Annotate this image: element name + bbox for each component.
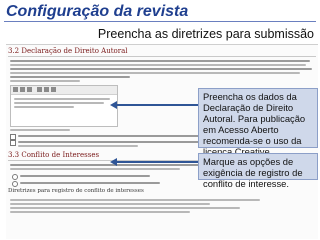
text-line (10, 68, 312, 70)
link-icon[interactable] (44, 87, 49, 92)
slide-title: Configuração da revista (6, 3, 189, 20)
section-copyright-title: 3.2 Declaração de Direito Autoral (8, 47, 128, 55)
slide-subtitle: Preencha as diretrizes para submissão (97, 27, 314, 41)
editor-text-line (14, 106, 74, 108)
editor-toolbar (11, 86, 117, 95)
text-line (18, 145, 138, 147)
text-line (10, 203, 210, 205)
text-line (10, 207, 240, 209)
conflict-option-radio[interactable] (12, 174, 18, 180)
text-line (10, 80, 80, 82)
text-line (10, 199, 260, 201)
callout-copyright: Preencha os dados da Declaração de Direi… (198, 88, 318, 168)
section-conflict-title: 3.3 Conflito de Interesses (8, 151, 100, 159)
conflict-option-radio[interactable] (12, 181, 18, 187)
conflict-guidelines-heading: Diretrizes para registro de conflito de … (8, 188, 144, 194)
text-line (10, 168, 180, 170)
callout-arrow (116, 104, 200, 106)
underline-icon[interactable] (27, 87, 32, 92)
text-line (20, 175, 150, 177)
image-icon[interactable] (51, 87, 56, 92)
bold-icon[interactable] (13, 87, 18, 92)
editor-text-line (14, 102, 104, 104)
text-line (20, 182, 160, 184)
section-divider (8, 56, 316, 57)
arrow-head-icon (110, 158, 117, 166)
text-line (10, 64, 306, 66)
text-line (10, 60, 310, 62)
editor-text-line (14, 98, 110, 100)
text-line (10, 211, 190, 213)
license-checkbox[interactable] (10, 140, 16, 146)
text-line (10, 76, 130, 78)
text-line (10, 72, 300, 74)
list-icon[interactable] (37, 87, 42, 92)
callout-arrow (116, 161, 198, 163)
copyright-editor[interactable] (10, 85, 118, 127)
italic-icon[interactable] (20, 87, 25, 92)
callout-conflict: Marque as opções de exigência de registr… (198, 153, 318, 189)
text-line (10, 129, 70, 131)
arrow-head-icon (110, 101, 117, 109)
title-rule (4, 21, 316, 22)
